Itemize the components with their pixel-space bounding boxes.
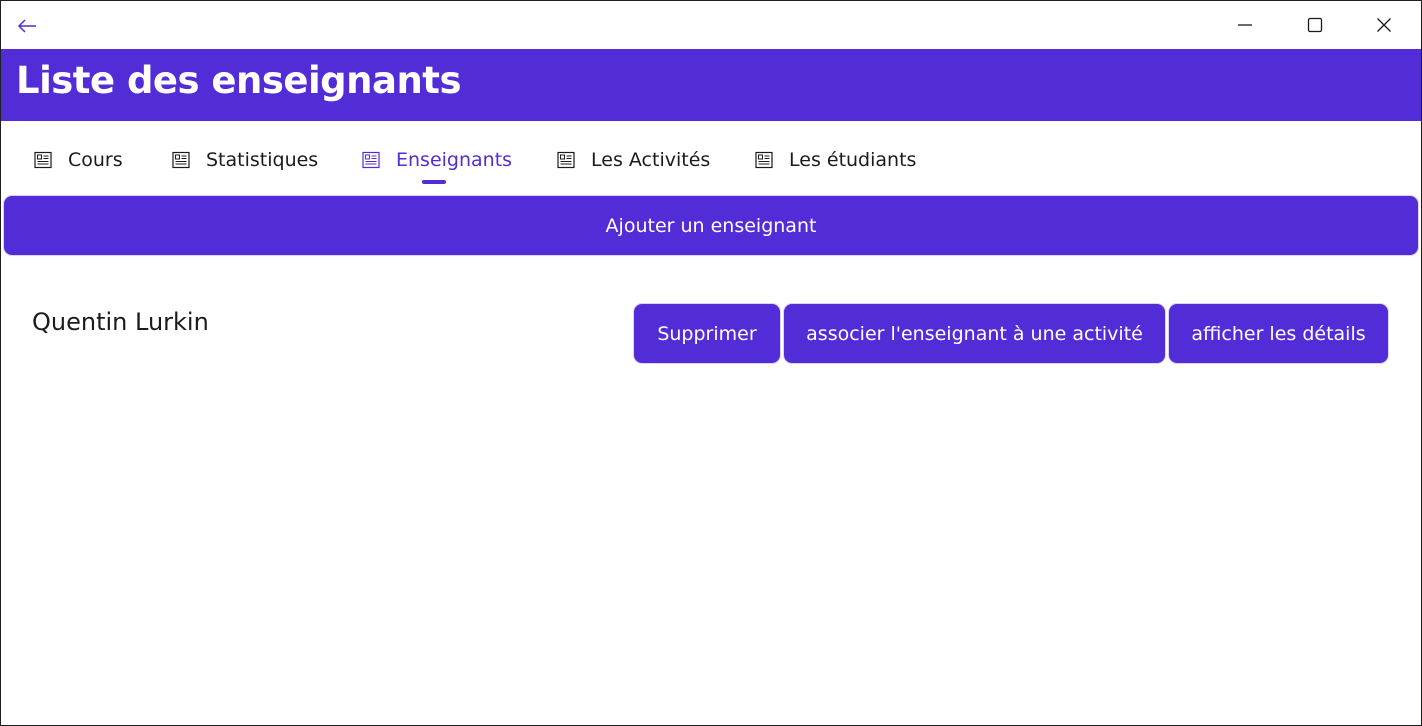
maximize-icon [1307, 17, 1323, 33]
arrow-left-icon [17, 19, 36, 33]
contact-card-icon [755, 151, 773, 169]
tab-cours[interactable]: Cours [34, 143, 123, 177]
back-button[interactable] [11, 11, 43, 41]
tab-label: Statistiques [206, 149, 319, 171]
tab-enseignants[interactable]: Enseignants [362, 143, 512, 177]
delete-button[interactable]: Supprimer [634, 304, 780, 363]
minimize-icon [1238, 24, 1252, 26]
associate-activity-button[interactable]: associer l'enseignant à une activité [784, 304, 1165, 363]
tab-label: Les Activités [591, 149, 711, 171]
title-bar [1, 1, 1421, 49]
tab-statistiques[interactable]: Statistiques [172, 143, 318, 177]
app-window: Liste des enseignants Cours Statistiques… [0, 0, 1422, 726]
contact-card-icon [172, 151, 190, 169]
contact-card-icon [362, 151, 380, 169]
contact-card-icon [557, 151, 575, 169]
minimize-button[interactable] [1211, 1, 1279, 49]
page-header: Liste des enseignants [1, 49, 1421, 121]
add-teacher-button[interactable]: Ajouter un enseignant [4, 196, 1418, 255]
active-tab-indicator [422, 180, 446, 184]
page-title: Liste des enseignants [16, 59, 462, 102]
tab-label: Les étudiants [789, 149, 917, 171]
tab-label: Cours [68, 149, 123, 171]
teacher-name: Quentin Lurkin [32, 308, 209, 336]
tab-label: Enseignants [396, 149, 513, 171]
close-icon [1377, 18, 1391, 32]
tab-activites[interactable]: Les Activités [557, 143, 710, 177]
tab-etudiants[interactable]: Les étudiants [755, 143, 916, 177]
maximize-button[interactable] [1281, 1, 1349, 49]
contact-card-icon [34, 151, 52, 169]
show-details-button[interactable]: afficher les détails [1169, 304, 1388, 363]
tab-bar: Cours Statistiques Enseignants Les Activ… [1, 121, 1421, 193]
close-button[interactable] [1350, 1, 1418, 49]
